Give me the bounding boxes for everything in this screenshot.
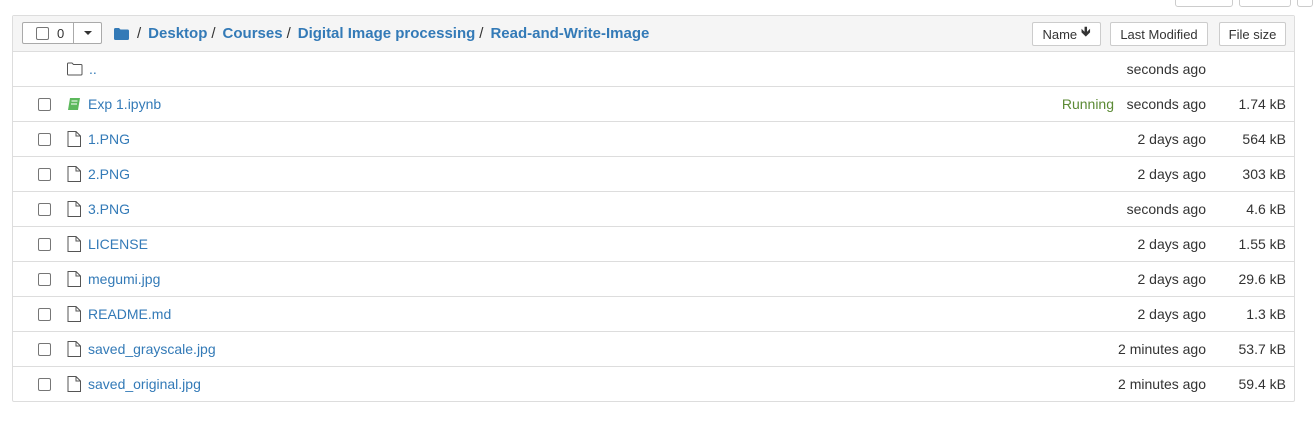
file-list-panel: 0 / Desktop / Courses / Digital Image pr… <box>12 15 1295 402</box>
file-row[interactable]: README.md 2 days ago 1.3 kB <box>13 297 1294 332</box>
modified-time: seconds ago <box>1126 201 1206 217</box>
breadcrumb-separator: / <box>286 25 291 42</box>
file-icon <box>67 131 81 147</box>
file-icon <box>67 271 81 287</box>
file-size: 303 kB <box>1242 166 1286 182</box>
modified-time: seconds ago <box>1126 96 1206 112</box>
file-size: 1.74 kB <box>1238 96 1286 112</box>
toolbar-button-partial[interactable] <box>1297 0 1313 7</box>
file-name-link[interactable]: LICENSE <box>88 227 148 261</box>
file-row[interactable]: saved_original.jpg 2 minutes ago 59.4 kB <box>13 367 1294 401</box>
modified-time: 2 days ago <box>1137 306 1207 322</box>
sort-name-label: Name <box>1042 26 1078 42</box>
row-checkbox[interactable] <box>38 133 51 146</box>
breadcrumb: / Desktop / Courses / Digital Image proc… <box>114 16 649 51</box>
breadcrumb-separator: / <box>479 25 484 42</box>
selected-count: 0 <box>57 25 65 41</box>
toolbar-button-partial[interactable] <box>1175 0 1233 7</box>
modified-time: 2 minutes ago <box>1118 376 1206 392</box>
modified-time: 2 days ago <box>1137 271 1207 287</box>
row-checkbox[interactable] <box>38 273 51 286</box>
file-name-link[interactable]: 2.PNG <box>88 157 130 191</box>
select-all-button[interactable]: 0 <box>22 22 74 44</box>
select-all-checkbox[interactable] <box>36 26 49 40</box>
row-checkbox[interactable] <box>38 378 51 391</box>
file-row[interactable]: megumi.jpg 2 days ago 29.6 kB <box>13 262 1294 297</box>
notebook-icon <box>67 97 81 113</box>
row-checkbox[interactable] <box>38 98 51 111</box>
file-icon <box>67 236 81 252</box>
select-all-group: 0 <box>22 22 102 44</box>
row-checkbox[interactable] <box>38 203 51 216</box>
select-dropdown-button[interactable] <box>74 22 102 44</box>
breadcrumb-read-and-write-image[interactable]: Read-and-Write-Image <box>490 25 649 42</box>
sort-last-modified-button[interactable]: Last Modified <box>1110 22 1208 46</box>
folder-icon[interactable] <box>114 27 129 40</box>
row-checkbox[interactable] <box>38 168 51 181</box>
sort-size-label: File size <box>1228 26 1277 42</box>
file-size: 4.6 kB <box>1246 201 1286 217</box>
parent-directory-row[interactable]: .. seconds ago <box>13 52 1294 87</box>
file-icon <box>67 166 81 182</box>
file-size: 1.3 kB <box>1246 306 1286 322</box>
sort-name-button[interactable]: Name 🡻 <box>1032 22 1101 46</box>
breadcrumb-separator: / <box>137 25 142 42</box>
file-name-link[interactable]: README.md <box>88 297 171 331</box>
file-size: 564 kB <box>1242 131 1286 147</box>
file-icon <box>67 201 81 217</box>
chevron-down-icon <box>83 31 92 35</box>
file-name-link[interactable]: Exp 1.ipynb <box>88 87 161 121</box>
file-row[interactable]: saved_grayscale.jpg 2 minutes ago 53.7 kB <box>13 332 1294 367</box>
modified-time: 2 days ago <box>1137 131 1207 147</box>
file-size: 59.4 kB <box>1238 376 1286 392</box>
arrow-down-icon: 🡻 <box>1081 24 1091 39</box>
file-name-link[interactable]: saved_original.jpg <box>88 367 201 401</box>
running-indicator: Running <box>1061 96 1114 112</box>
row-checkbox[interactable] <box>38 308 51 321</box>
file-name-link[interactable]: megumi.jpg <box>88 262 160 296</box>
file-icon <box>67 376 81 392</box>
breadcrumb-courses[interactable]: Courses <box>223 25 283 42</box>
sort-file-size-button[interactable]: File size <box>1219 22 1286 46</box>
file-row[interactable]: Exp 1.ipynb Running seconds ago 1.74 kB <box>13 87 1294 122</box>
toolbar-button-partial[interactable] <box>1239 0 1291 7</box>
modified-time: 2 days ago <box>1137 236 1207 252</box>
file-row[interactable]: 1.PNG 2 days ago 564 kB <box>13 122 1294 157</box>
file-name-link[interactable]: saved_grayscale.jpg <box>88 332 216 366</box>
breadcrumb-digital-image-processing[interactable]: Digital Image processing <box>298 25 476 42</box>
file-icon <box>67 306 81 322</box>
row-checkbox[interactable] <box>38 238 51 251</box>
modified-time: seconds ago <box>1126 61 1206 77</box>
file-name-link[interactable]: 1.PNG <box>88 122 130 156</box>
file-size: 1.55 kB <box>1238 236 1286 252</box>
file-row[interactable]: LICENSE 2 days ago 1.55 kB <box>13 227 1294 262</box>
file-list-header: 0 / Desktop / Courses / Digital Image pr… <box>13 16 1294 52</box>
file-row[interactable]: 2.PNG 2 days ago 303 kB <box>13 157 1294 192</box>
sort-modified-label: Last Modified <box>1120 26 1198 42</box>
breadcrumb-separator: / <box>211 25 216 42</box>
modified-time: 2 days ago <box>1137 166 1207 182</box>
breadcrumb-desktop[interactable]: Desktop <box>148 25 207 42</box>
file-size: 53.7 kB <box>1238 341 1286 357</box>
file-name-link[interactable]: 3.PNG <box>88 192 130 226</box>
parent-directory-link[interactable]: .. <box>89 52 97 86</box>
folder-open-icon <box>67 62 83 76</box>
file-size: 29.6 kB <box>1238 271 1286 287</box>
file-icon <box>67 341 81 357</box>
file-row[interactable]: 3.PNG seconds ago 4.6 kB <box>13 192 1294 227</box>
modified-time: 2 minutes ago <box>1118 341 1206 357</box>
row-checkbox[interactable] <box>38 343 51 356</box>
